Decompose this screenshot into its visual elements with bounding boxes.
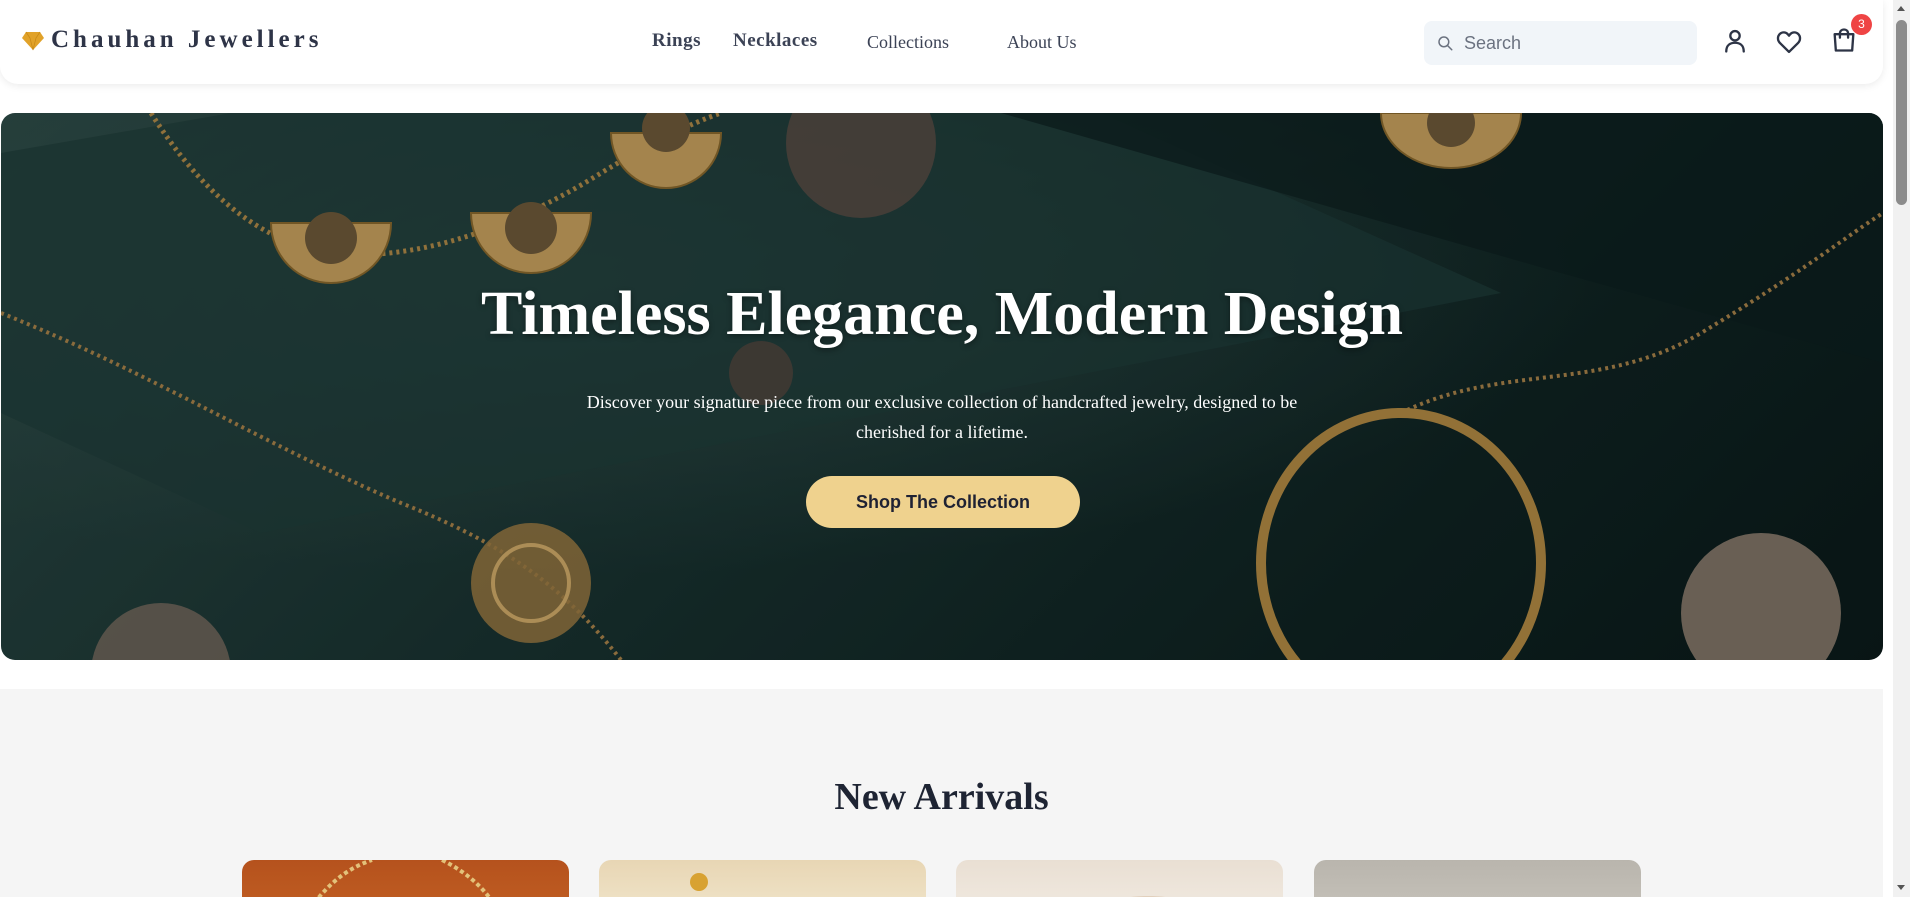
section-title: New Arrivals	[834, 776, 1049, 818]
product-card[interactable]	[956, 860, 1283, 897]
scroll-down-arrow[interactable]	[1897, 885, 1905, 890]
product-card[interactable]	[242, 860, 569, 897]
search-box[interactable]	[1424, 21, 1697, 65]
cart-count-badge: 3	[1851, 14, 1872, 35]
search-icon	[1438, 36, 1453, 51]
product-image	[690, 873, 708, 891]
product-image	[316, 860, 492, 897]
hero-banner: Timeless Elegance, Modern Design Discove…	[1, 113, 1883, 660]
nav-collections[interactable]: Collections	[867, 32, 949, 53]
site-header: Chauhan Jewellers Rings Necklaces Collec…	[0, 0, 1883, 84]
shop-collection-button[interactable]: Shop The Collection	[806, 476, 1080, 528]
nav-about-us[interactable]: About Us	[1007, 32, 1077, 53]
hero-title: Timeless Elegance, Modern Design	[481, 280, 1403, 348]
search-input[interactable]	[1464, 32, 1684, 54]
nav-rings[interactable]: Rings	[652, 30, 701, 52]
product-card[interactable]	[599, 860, 926, 897]
diamond-icon	[22, 31, 44, 51]
brand-logo[interactable]: Chauhan Jewellers	[21, 26, 322, 54]
heart-icon[interactable]	[1775, 28, 1803, 56]
scroll-thumb[interactable]	[1896, 20, 1907, 205]
user-icon[interactable]	[1721, 27, 1749, 55]
scroll-up-arrow[interactable]	[1897, 6, 1905, 11]
product-card[interactable]	[1314, 860, 1641, 897]
hero-subtitle: Discover your signature piece from our e…	[586, 392, 1298, 442]
nav-necklaces[interactable]: Necklaces	[733, 30, 818, 52]
page-scrollbar[interactable]	[1893, 0, 1910, 897]
new-arrivals-section: New Arrivals	[0, 689, 1883, 897]
brand-name: Chauhan Jewellers	[51, 26, 323, 53]
product-image	[1131, 896, 1166, 897]
